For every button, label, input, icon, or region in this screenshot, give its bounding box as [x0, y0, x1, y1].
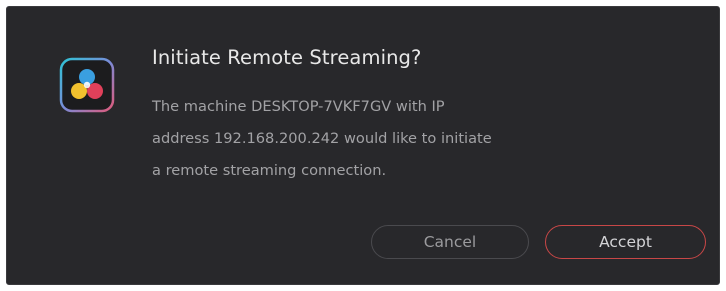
remote-streaming-dialog: Initiate Remote Streaming? The machine D… [6, 6, 720, 285]
davinci-resolve-logo-icon [59, 57, 115, 113]
message-line: The machine DESKTOP-7VKF7GV with IP [152, 98, 445, 115]
message-line: address 192.168.200.242 would like to in… [152, 130, 492, 147]
accept-button[interactable]: Accept [545, 225, 706, 259]
message-line: a remote streaming connection. [152, 162, 387, 179]
dialog-title: Initiate Remote Streaming? [152, 46, 422, 69]
dialog-message: The machine DESKTOP-7VKF7GV with IP addr… [152, 91, 572, 187]
cancel-button[interactable]: Cancel [371, 225, 529, 259]
